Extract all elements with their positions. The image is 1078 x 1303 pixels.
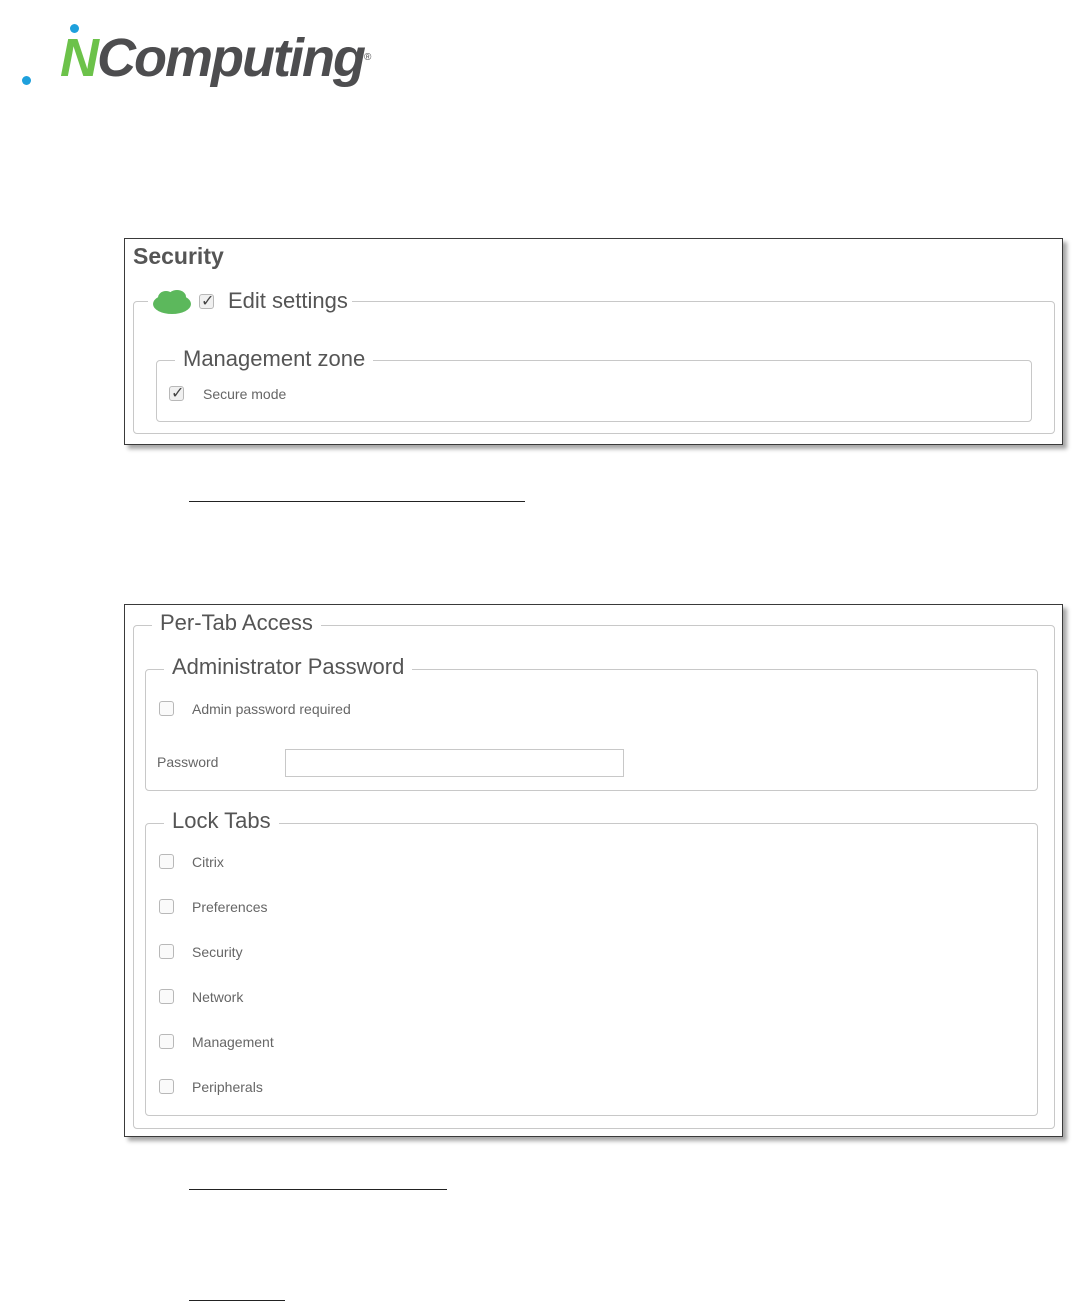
- secure-mode-label: Secure mode: [203, 386, 287, 402]
- lock-tab-preferences-label: Preferences: [192, 899, 268, 915]
- lock-tab-preferences-checkbox[interactable]: [159, 899, 174, 914]
- logo-dot-bottom: [22, 76, 31, 85]
- password-input[interactable]: [285, 749, 624, 777]
- secure-mode-checkbox[interactable]: [169, 383, 184, 402]
- logo-wordmark: NComputing®: [60, 28, 371, 88]
- underline-3: [189, 1300, 285, 1301]
- per-tab-access-panel: Per-Tab Access Administrator Password Ad…: [124, 604, 1063, 1137]
- edit-settings-checkbox[interactable]: [199, 291, 214, 310]
- management-zone-legend: Management zone: [175, 345, 374, 373]
- edit-settings-legend: Edit settings: [148, 286, 352, 318]
- edit-settings-fieldset: Edit settings Management zone Secure mod…: [133, 286, 1055, 434]
- security-panel: Security Edit settings Management zone S…: [124, 238, 1063, 445]
- admin-password-required-label: Admin password required: [192, 701, 351, 717]
- underline-1: [189, 501, 525, 502]
- edit-settings-label: Edit settings: [228, 288, 348, 313]
- lock-tab-management-checkbox[interactable]: [159, 1034, 174, 1049]
- lock-tabs-fieldset: Lock Tabs Citrix Preferences Security Ne…: [145, 806, 1038, 1116]
- lock-tab-network-label: Network: [192, 989, 244, 1005]
- lock-tab-security-checkbox[interactable]: [159, 944, 174, 959]
- management-zone-fieldset: Management zone Secure mode: [156, 345, 1032, 422]
- admin-password-legend: Administrator Password: [164, 652, 413, 682]
- cloud-icon: [153, 290, 191, 314]
- per-tab-access-legend: Per-Tab Access: [152, 608, 321, 638]
- lock-tab-peripherals-label: Peripherals: [192, 1079, 263, 1095]
- admin-password-fieldset: Administrator Password Admin password re…: [145, 652, 1038, 791]
- admin-password-required-checkbox[interactable]: [159, 701, 174, 716]
- lock-tab-security-label: Security: [192, 944, 243, 960]
- lock-tabs-legend: Lock Tabs: [164, 806, 279, 836]
- lock-tab-citrix-checkbox[interactable]: [159, 854, 174, 869]
- per-tab-access-fieldset: Per-Tab Access Administrator Password Ad…: [133, 608, 1055, 1129]
- lock-tab-network-checkbox[interactable]: [159, 989, 174, 1004]
- ncomputing-logo: NComputing®: [20, 22, 371, 92]
- security-title: Security: [133, 243, 224, 269]
- underline-2: [189, 1189, 447, 1190]
- lock-tab-citrix-label: Citrix: [192, 854, 224, 870]
- lock-tab-peripherals-checkbox[interactable]: [159, 1079, 174, 1094]
- lock-tab-management-label: Management: [192, 1034, 274, 1050]
- password-label: Password: [157, 754, 219, 770]
